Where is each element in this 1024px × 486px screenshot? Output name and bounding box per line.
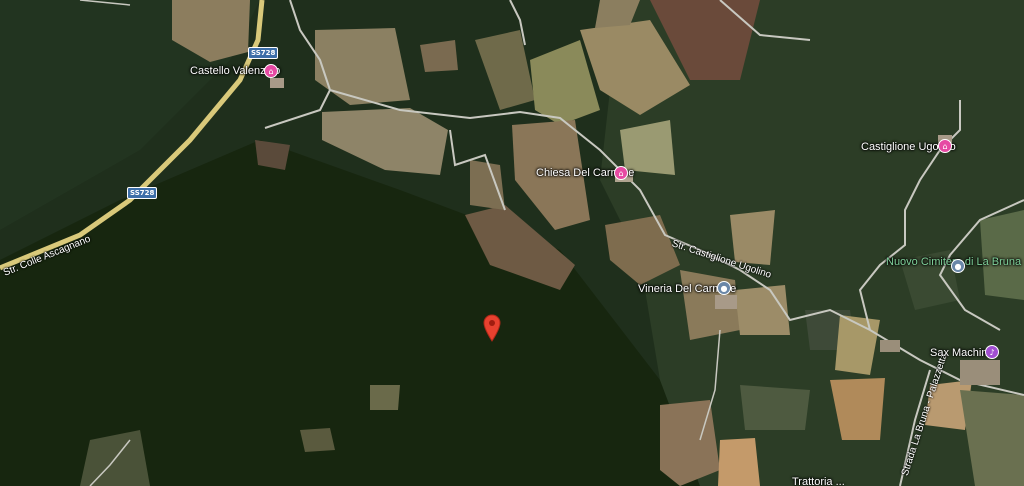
road-shield: SS728	[127, 187, 158, 199]
shop-icon[interactable]: ♪	[985, 345, 999, 359]
hotel-icon[interactable]: ⌂	[614, 166, 628, 180]
hotel-icon[interactable]: ⌂	[264, 64, 278, 78]
place-label-sax-machine[interactable]: Sax Machine	[930, 347, 994, 359]
place-icon[interactable]: ●	[717, 281, 731, 295]
satellite-terrain	[0, 0, 1024, 486]
hotel-icon[interactable]: ⌂	[938, 139, 952, 153]
satellite-map[interactable]: SS728 SS728 Str. Colle Ascagnano Str. Ca…	[0, 0, 1024, 486]
place-label-partial[interactable]: Trattoria ...	[792, 476, 845, 486]
place-icon[interactable]: ●	[951, 259, 965, 273]
location-marker-icon[interactable]	[483, 314, 501, 342]
road-shield: SS728	[248, 47, 279, 59]
place-label-nuovo-cimitero[interactable]: Nuovo Cimitero di La Bruna	[886, 257, 1021, 268]
